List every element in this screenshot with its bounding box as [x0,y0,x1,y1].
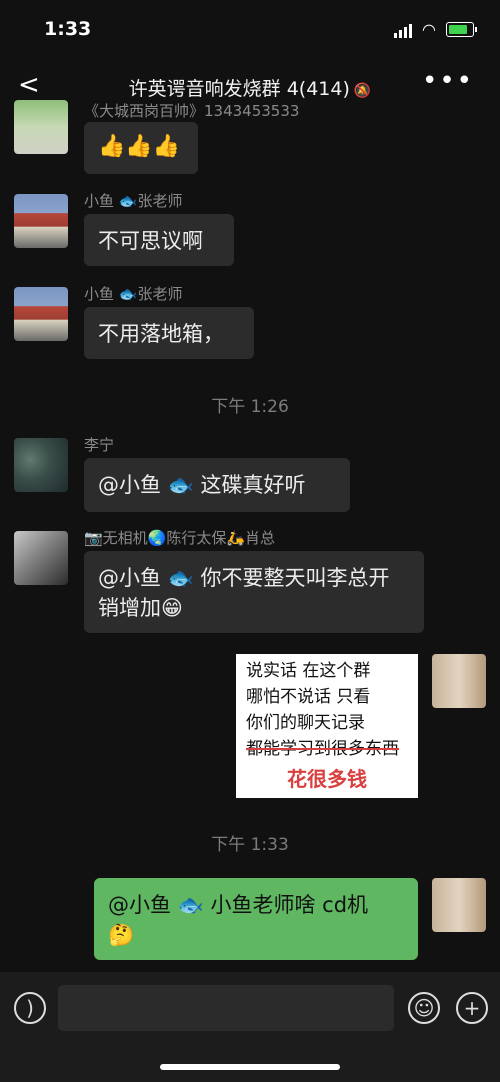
image-text-line: 都能学习到很多东西 [246,739,399,759]
message-bubble[interactable]: @小鱼 🐟 这碟真好听 [84,458,350,512]
timestamp: 下午 1:33 [211,835,289,855]
image-message[interactable]: 说实话 在这个群 哪怕不说话 只看 你们的聊天记录 都能学习到很多东西 花很多钱 [236,654,418,798]
status-time: 1:33 [44,18,92,40]
my-message-bubble[interactable]: @小鱼 🐟 小鱼老师啥 cd机 🤔 [94,878,418,960]
my-avatar[interactable] [432,654,486,708]
status-icons: ◠ [394,20,477,39]
message-emoji: 🤔 [108,923,135,947]
wifi-icon: ◠ [422,20,436,39]
avatar[interactable] [14,531,68,585]
bell-slash-icon: 🔕 [353,83,372,99]
avatar[interactable] [14,287,68,341]
home-indicator [160,1064,340,1070]
message-bubble[interactable]: @小鱼 🐟 你不要整天叫李总开销增加😁 [84,551,424,633]
voice-icon[interactable]: ) [14,992,46,1024]
chat-title-text: 许英谔音响发烧群 4(414) [128,78,350,100]
sender-name: 小鱼 🐟张老师 [84,192,183,210]
message-bubble[interactable]: 不用落地箱， [84,307,254,359]
sender-name: 📷无相机🌏陈行太保🛵肖总 [84,529,276,547]
message-bubble[interactable]: 不可思议啊 [84,214,234,266]
message-text: @小鱼 🐟 小鱼老师啥 cd机 [108,893,369,917]
avatar[interactable] [14,194,68,248]
sender-name: 小鱼 🐟张老师 [84,285,183,303]
message-input[interactable] [58,985,394,1031]
image-text-line: 哪怕不说话 只看 [246,687,371,707]
my-avatar[interactable] [432,878,486,932]
image-text-line: 说实话 在这个群 [246,661,371,681]
signal-icon [394,22,413,38]
avatar[interactable] [14,438,68,492]
plus-icon[interactable]: + [456,992,488,1024]
timestamp: 下午 1:26 [211,397,289,417]
image-red-text: 花很多钱 [287,767,367,791]
sender-name: 《大城西岗百帅》1343453533 [84,102,300,120]
battery-icon [446,22,477,37]
emoji-icon[interactable]: ☺ [408,992,440,1024]
image-text-line: 你们的聊天记录 [246,713,365,733]
message-bubble[interactable]: 👍👍👍 [84,122,198,174]
sender-name: 李宁 [84,436,115,454]
more-options-button[interactable]: ••• [422,66,474,96]
avatar[interactable] [14,100,68,154]
